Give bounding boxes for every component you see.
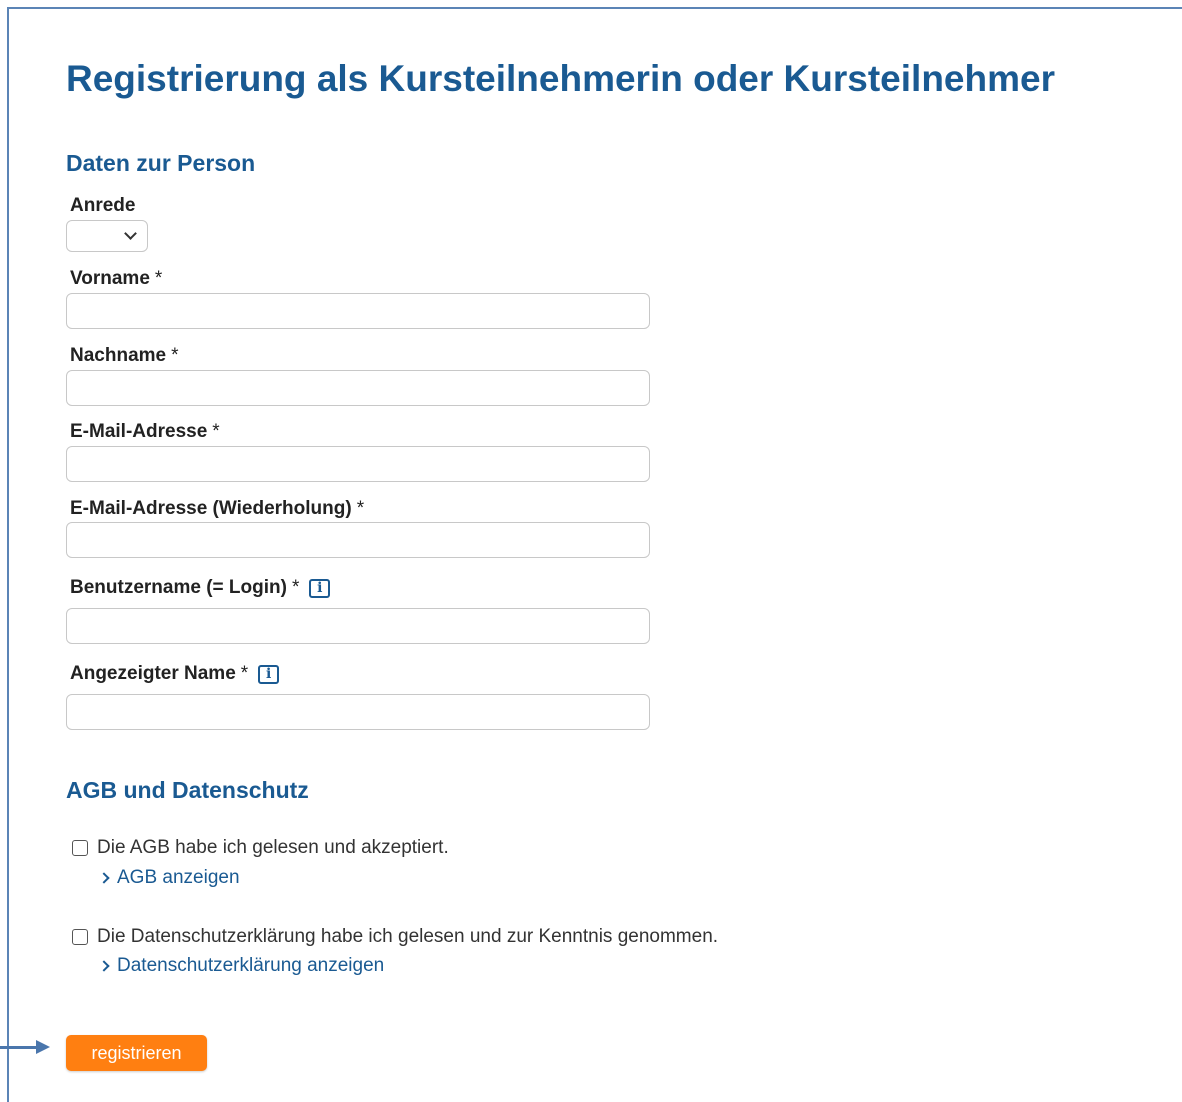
agb-link[interactable]: AGB anzeigen [98, 867, 240, 889]
section-title-terms: AGB und Datenschutz [66, 777, 309, 803]
required-mark: * [212, 421, 220, 442]
arrow-right-icon [0, 1046, 38, 1049]
first-name-label-text: Vorname [70, 268, 150, 289]
email-input[interactable] [66, 446, 650, 482]
last-name-label-text: Nachname [70, 345, 167, 366]
privacy-link[interactable]: Datenschutzerklärung anzeigen [98, 955, 385, 977]
page-title: Registrierung als Kursteilnehmerin oder … [66, 58, 1055, 99]
required-mark: * [356, 498, 365, 519]
last-name-label: Nachname * [70, 345, 179, 367]
email-label: E-Mail-Adresse * [70, 421, 220, 443]
display-name-label: Angezeigter Name * i [70, 663, 280, 685]
frame-left-border [7, 7, 9, 1102]
last-name-input[interactable] [66, 370, 650, 406]
username-input[interactable] [66, 608, 650, 644]
agb-checkbox-label: Die AGB habe ich gelesen und akzeptiert. [97, 837, 449, 858]
required-mark: * [291, 577, 300, 598]
chevron-right-icon [98, 960, 110, 972]
salutation-label: Anrede [70, 195, 135, 217]
salutation-label-text: Anrede [70, 195, 136, 216]
agb-link-text: AGB anzeigen [117, 867, 240, 888]
required-mark: * [154, 268, 163, 289]
email-repeat-label: E-Mail-Adresse (Wiederholung) * [70, 498, 364, 520]
privacy-link-text: Datenschutzerklärung anzeigen [117, 955, 385, 976]
agb-checkbox[interactable] [72, 840, 88, 856]
privacy-checkbox-label: Die Datenschutzerklärung habe ich gelese… [97, 926, 719, 947]
privacy-checkbox[interactable] [72, 929, 88, 945]
required-mark: * [240, 663, 249, 684]
info-icon[interactable]: i [258, 664, 280, 684]
frame-top-border [8, 7, 1182, 9]
chevron-right-icon [98, 872, 110, 884]
arrow-head-icon [36, 1040, 50, 1054]
username-label-text: Benutzername (= Login) [70, 577, 287, 598]
display-name-input[interactable] [66, 694, 650, 730]
section-title-person: Daten zur Person [66, 150, 256, 176]
salutation-select[interactable] [66, 220, 148, 252]
display-name-label-text: Angezeigter Name [70, 663, 236, 684]
required-mark: * [171, 345, 179, 366]
email-repeat-label-text: E-Mail-Adresse (Wiederholung) [70, 498, 352, 519]
info-icon[interactable]: i [309, 578, 331, 598]
email-label-text: E-Mail-Adresse [70, 421, 208, 442]
privacy-checkbox-row: Die Datenschutzerklärung habe ich gelese… [72, 926, 718, 948]
email-repeat-input[interactable] [66, 522, 650, 558]
username-label: Benutzername (= Login) * i [70, 577, 331, 599]
register-button[interactable]: registrieren [66, 1035, 207, 1071]
agb-checkbox-row: Die AGB habe ich gelesen und akzeptiert. [72, 837, 449, 859]
first-name-label: Vorname * [70, 268, 162, 290]
first-name-input[interactable] [66, 293, 650, 329]
chevron-down-icon [124, 227, 137, 240]
